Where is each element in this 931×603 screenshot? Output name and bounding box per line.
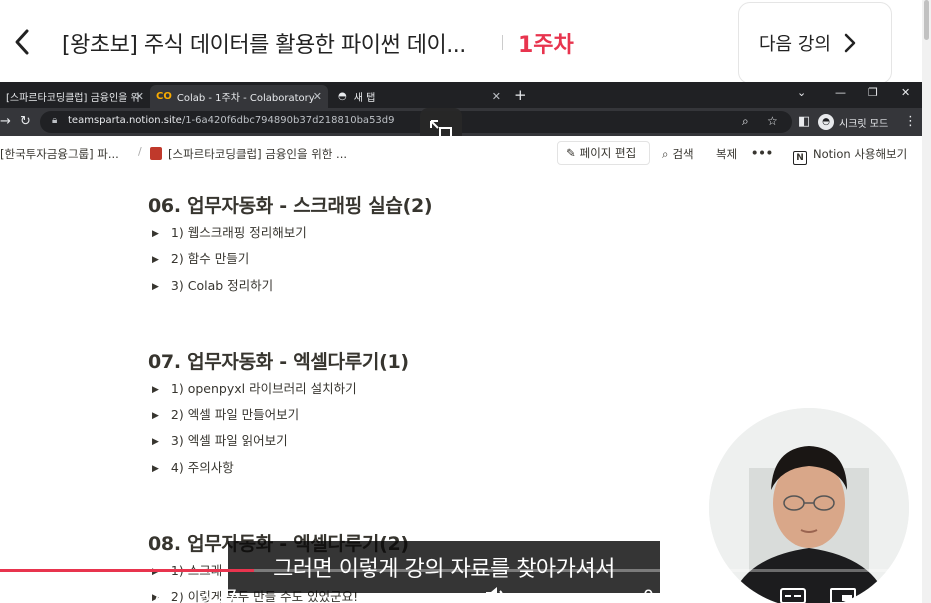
search-label: 검색: [672, 147, 694, 161]
tab-label: [스파르타코딩클럽] 금융인을 위: [6, 93, 140, 104]
section-heading: 06. 업무자동화 - 스크래핑 실습(2): [148, 195, 433, 217]
minimize-icon[interactable]: —: [835, 86, 846, 99]
pencil-icon: ✎: [566, 146, 576, 160]
try-notion-label: Notion 사용해보기: [813, 147, 908, 161]
scrollbar-thumb[interactable]: [924, 0, 929, 40]
notion-topbar: [한국투자금융그룹] 파... / [스파르타코딩클럽] 금융인을 위한 ...…: [0, 136, 922, 170]
presenter-webcam: [709, 408, 909, 603]
duration: 3:27: [199, 587, 238, 603]
breadcrumb-item[interactable]: [한국투자금융그룹] 파...: [0, 146, 119, 162]
zoom-icon[interactable]: ⌕: [742, 114, 749, 129]
incognito-badge[interactable]: ◓ 시크릿 모드: [818, 112, 888, 132]
colab-icon: CO: [156, 91, 172, 102]
search-button[interactable]: ⌕ 검색: [662, 146, 694, 162]
edit-page-button[interactable]: ✎ 페이지 편집: [557, 141, 650, 165]
toggle-label: 3) Colab 정리하기: [170, 278, 274, 293]
url-path: /1-6a420f6dbc794890b37d218810ba53d9: [181, 115, 395, 126]
duplicate-button[interactable]: 복제: [716, 146, 737, 162]
toggle-arrow-icon[interactable]: ▶: [152, 437, 159, 447]
toggle-arrow-icon[interactable]: ▶: [152, 464, 159, 474]
browser-tab[interactable]: ◓ 새 탭 ✕: [332, 85, 507, 108]
notion-logo-icon: N: [793, 151, 807, 165]
time-separator: /: [176, 587, 182, 603]
menu-icon[interactable]: ⋮: [904, 114, 917, 129]
book-icon: [150, 147, 162, 160]
next-lecture-label: 다음 강의: [759, 34, 831, 55]
current-time: 0:57: [124, 587, 163, 603]
incognito-tab-icon: ◓: [338, 91, 347, 102]
browser-tabbar: [스파르타코딩클럽] 금융인을 위 ✕ CO Colab - 1주차 - Col…: [0, 82, 922, 108]
toggle-item[interactable]: ▶ 1) 웹스크래핑 정리해보기: [152, 222, 307, 241]
toggle-label: 1) 웹스크래핑 정리해보기: [170, 225, 307, 240]
close-icon[interactable]: ✕: [313, 90, 322, 103]
toggle-item[interactable]: ▶ 2) 엑셀 파일 만들어보기: [152, 404, 299, 423]
breadcrumb-separator: /: [138, 145, 142, 158]
restore-icon[interactable]: ❐: [868, 86, 878, 99]
lecture-header: [왕초보] 주식 데이터를 활용한 파이썬 데이... 1주차 다음 강의: [0, 0, 931, 84]
video-subtitle: 그러면 이렇게 강의 자료를 찾아가셔서: [228, 541, 660, 593]
chevron-right-icon: [844, 33, 856, 53]
progress-fill[interactable]: [0, 569, 254, 572]
toggle-label: 1) openpyxl 라이브러리 설치하기: [170, 381, 357, 396]
browser-tab[interactable]: CO Colab - 1주차 - Colaboratory ✕: [150, 85, 328, 108]
breadcrumb-label: [스파르타코딩클럽] 금융인을 위한 ...: [168, 147, 348, 161]
toggle-arrow-icon[interactable]: ▶: [152, 385, 159, 395]
incognito-icon: ◓: [818, 114, 834, 130]
title-divider: [502, 35, 503, 50]
search-icon: ⌕: [662, 147, 669, 161]
next-lecture-button[interactable]: 다음 강의: [738, 2, 892, 84]
close-window-icon[interactable]: ✕: [901, 86, 910, 99]
toggle-item[interactable]: ▶ 1) openpyxl 라이브러리 설치하기: [152, 378, 357, 397]
toggle-arrow-icon[interactable]: ▶: [152, 229, 159, 239]
presenter-image: [709, 408, 909, 603]
section-heading: 07. 업무자동화 - 엑셀다루기(1): [148, 351, 409, 373]
url-text: teamsparta.notion.site/1-6a420f6dbc79489…: [68, 115, 395, 126]
toggle-label: 2) 함수 만들기: [170, 251, 250, 266]
quality-setting[interactable]: 1080p: [699, 587, 753, 603]
sidepanel-icon[interactable]: ◧: [798, 114, 810, 129]
star-icon[interactable]: ☆: [767, 114, 778, 128]
toggle-arrow-icon[interactable]: ▶: [152, 282, 159, 292]
tab-label: 새 탭: [353, 93, 376, 104]
page-scrollbar[interactable]: [922, 0, 931, 603]
toggle-item[interactable]: ▶ 3) Colab 정리하기: [152, 275, 273, 294]
previous-icon[interactable]: [33, 586, 53, 603]
try-notion-button[interactable]: N Notion 사용해보기: [793, 146, 907, 165]
toggle-item[interactable]: ▶ 4) 주의사항: [152, 457, 234, 476]
breadcrumb-item[interactable]: [스파르타코딩클럽] 금융인을 위한 ...: [150, 146, 347, 162]
captions-icon[interactable]: [780, 588, 806, 603]
toggle-arrow-icon[interactable]: ▶: [152, 255, 159, 265]
next-icon[interactable]: [78, 586, 98, 603]
volume-icon[interactable]: [484, 586, 508, 603]
root: [왕초보] 주식 데이터를 활용한 파이썬 데이... 1주차 다음 강의 [스…: [0, 0, 931, 603]
more-button[interactable]: •••: [751, 146, 773, 160]
reload-icon[interactable]: ↻: [20, 114, 31, 129]
week-label: 1주차: [518, 33, 574, 58]
toggle-label: 3) 엑셀 파일 읽어보기: [170, 433, 288, 448]
lock-icon: 🔒︎: [52, 115, 58, 126]
lecture-title: [왕초보] 주식 데이터를 활용한 파이썬 데이...: [62, 33, 466, 58]
volume-level[interactable]: [518, 596, 537, 599]
playback-speed[interactable]: 0.5x: [643, 587, 680, 603]
url-bar[interactable]: 🔒︎ teamsparta.notion.site/1-6a420f6dbc79…: [40, 111, 792, 133]
toggle-item[interactable]: ▶ 2) 함수 만들기: [152, 248, 249, 267]
tab-label: Colab - 1주차 - Colaboratory: [176, 93, 315, 104]
url-domain: teamsparta.notion.site: [68, 115, 182, 126]
close-icon[interactable]: ✕: [492, 90, 501, 103]
chevron-left-icon: [15, 29, 29, 55]
forward-icon[interactable]: →: [0, 114, 11, 129]
edit-label: 페이지 편집: [579, 146, 637, 160]
new-tab-icon[interactable]: +: [514, 86, 527, 104]
pip-mode-icon[interactable]: [830, 588, 856, 603]
chevron-down-icon[interactable]: ⌄: [797, 86, 806, 99]
toggle-arrow-icon[interactable]: ▶: [152, 411, 159, 421]
incognito-label: 시크릿 모드: [839, 118, 889, 130]
browser-tab[interactable]: [스파르타코딩클럽] 금융인을 위 ✕: [0, 85, 150, 108]
toggle-item[interactable]: ▶ 3) 엑셀 파일 읽어보기: [152, 430, 288, 449]
fullscreen-icon[interactable]: [876, 586, 900, 603]
toggle-label: 2) 엑셀 파일 만들어보기: [170, 407, 300, 422]
toggle-label: 4) 주의사항: [170, 460, 234, 475]
back-button[interactable]: [4, 22, 40, 62]
close-icon[interactable]: ✕: [135, 90, 144, 103]
